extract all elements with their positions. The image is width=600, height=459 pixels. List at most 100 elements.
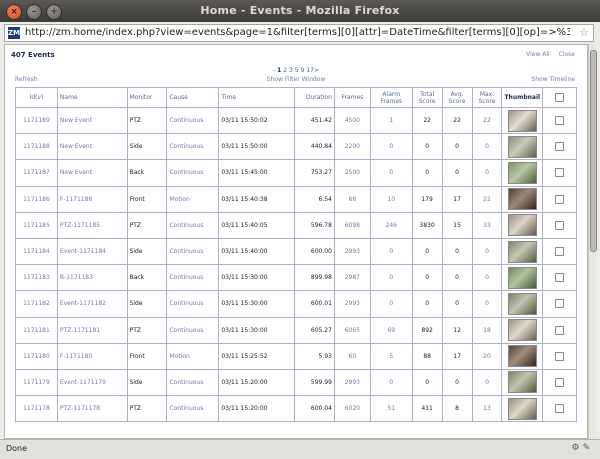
event-thumbnail[interactable] (507, 266, 537, 289)
event-frames-link[interactable]: 2200 (333, 133, 371, 161)
col-header-alarm-frames[interactable]: Alarm Frames (369, 87, 413, 108)
show-timeline-link[interactable]: Show Timeline (531, 76, 575, 83)
event-cause-link[interactable]: Continuous (166, 316, 220, 344)
scrollbar-thumb[interactable] (590, 50, 597, 252)
event-name-link[interactable]: F-1171186 (56, 185, 128, 213)
row-select-checkbox[interactable] (555, 273, 565, 283)
event-alarm-frames-link[interactable]: 0 (369, 264, 413, 292)
event-id-link[interactable]: 1171188 (15, 133, 58, 161)
bookmark-star-icon[interactable]: ☆ (579, 26, 589, 39)
select-all-checkbox[interactable] (555, 93, 565, 102)
col-header-frames[interactable]: Frames (333, 87, 371, 108)
event-id-link[interactable]: 1171187 (15, 159, 58, 187)
event-name-link[interactable]: PTZ-1171185 (56, 211, 128, 239)
event-id-link[interactable]: 1171180 (15, 342, 58, 370)
url-bar[interactable]: ZM http://zm.home/index.php?view=events&… (4, 24, 594, 42)
event-frames-link[interactable]: 2993 (333, 290, 371, 318)
event-cause-link[interactable]: Motion (166, 185, 220, 213)
event-thumbnail[interactable] (507, 345, 537, 368)
event-id-link[interactable]: 1171189 (15, 106, 58, 135)
event-frames-link[interactable]: 66 (333, 185, 371, 213)
event-thumbnail[interactable] (507, 292, 537, 315)
event-name-link[interactable]: Event-1171184 (56, 237, 128, 266)
event-cause-link[interactable]: Continuous (166, 106, 220, 135)
pager-page-link[interactable]: 3 (289, 67, 293, 74)
row-select-checkbox[interactable] (555, 116, 565, 126)
event-alarm-frames-link[interactable]: 1 (369, 106, 413, 135)
event-thumbnail[interactable] (507, 397, 537, 420)
event-frames-link[interactable]: 2987 (333, 264, 371, 292)
event-alarm-frames-link[interactable]: 0 (369, 133, 413, 161)
col-header-select-all[interactable] (542, 87, 577, 108)
col-header-monitor[interactable]: Monitor (126, 87, 168, 108)
event-alarm-frames-link[interactable]: 246 (369, 211, 413, 239)
event-cause-link[interactable]: Continuous (166, 290, 220, 318)
event-id-link[interactable]: 1171186 (15, 185, 58, 213)
event-thumbnail[interactable] (507, 188, 537, 211)
event-frames-link[interactable]: 2993 (333, 368, 371, 397)
row-select-checkbox[interactable] (555, 299, 565, 309)
event-name-link[interactable]: New Event (56, 133, 128, 161)
event-frames-link[interactable]: 2993 (333, 237, 371, 266)
vertical-scrollbar[interactable] (588, 44, 597, 439)
event-max-score-link[interactable]: 0 (471, 264, 503, 292)
event-frames-link[interactable]: 6065 (333, 316, 371, 344)
event-max-score-link[interactable]: 22 (471, 185, 503, 213)
edit-icon[interactable]: ✎ (582, 443, 590, 453)
event-alarm-frames-link[interactable]: 69 (369, 316, 413, 344)
event-cause-link[interactable]: Continuous (166, 211, 220, 239)
event-alarm-frames-link[interactable]: 0 (369, 159, 413, 187)
event-cause-link[interactable]: Continuous (166, 395, 220, 423)
event-max-score-link[interactable]: 0 (471, 159, 503, 187)
event-alarm-frames-link[interactable]: 5 (369, 342, 413, 370)
event-cause-link[interactable]: Motion (166, 342, 220, 370)
event-thumbnail[interactable] (507, 371, 537, 394)
row-select-checkbox[interactable] (555, 220, 565, 230)
event-thumbnail[interactable] (507, 214, 537, 237)
event-name-link[interactable]: B-1171183 (56, 264, 128, 292)
row-select-checkbox[interactable] (555, 168, 565, 178)
event-frames-link[interactable]: 6098 (333, 211, 371, 239)
pager-page-link[interactable]: 5 (295, 67, 299, 74)
event-frames-link[interactable]: 2500 (333, 159, 371, 187)
event-id-link[interactable]: 1171181 (15, 316, 58, 344)
event-max-score-link[interactable]: 20 (471, 342, 503, 370)
event-name-link[interactable]: Event-1171179 (56, 368, 128, 397)
event-max-score-link[interactable]: 0 (471, 368, 503, 397)
event-id-link[interactable]: 1171182 (15, 290, 58, 318)
event-name-link[interactable]: PTZ-1171181 (56, 316, 128, 344)
event-id-link[interactable]: 1171184 (15, 237, 58, 266)
event-id-link[interactable]: 1171178 (15, 395, 58, 423)
col-header-avg-score[interactable]: Avg. Score (441, 87, 473, 108)
row-select-checkbox[interactable] (555, 142, 565, 152)
event-max-score-link[interactable]: 0 (471, 237, 503, 266)
event-frames-link[interactable]: 60 (333, 342, 371, 370)
event-thumbnail[interactable] (507, 109, 537, 132)
event-thumbnail[interactable] (507, 135, 537, 158)
col-header-id[interactable]: Id(v) (15, 87, 58, 108)
event-frames-link[interactable]: 6020 (333, 395, 371, 423)
event-max-score-link[interactable]: 13 (471, 395, 503, 423)
pager-page-link[interactable]: 2 (283, 67, 287, 74)
show-filter-window-link[interactable]: Show Filter Window (5, 76, 587, 83)
row-select-checkbox[interactable] (555, 194, 565, 204)
event-frames-link[interactable]: 4500 (333, 106, 371, 135)
event-cause-link[interactable]: Continuous (166, 159, 220, 187)
event-max-score-link[interactable]: 22 (471, 106, 503, 135)
event-id-link[interactable]: 1171179 (15, 368, 58, 397)
event-alarm-frames-link[interactable]: 51 (369, 395, 413, 423)
event-thumbnail[interactable] (507, 319, 537, 342)
view-all-link[interactable]: View All (526, 51, 550, 58)
pager-page-link[interactable]: 9 (301, 67, 305, 74)
row-select-checkbox[interactable] (555, 404, 565, 414)
event-name-link[interactable]: New Event (56, 106, 128, 135)
col-header-max-score[interactable]: Max. Score (471, 87, 503, 108)
event-name-link[interactable]: PTZ-1171178 (56, 395, 128, 423)
event-alarm-frames-link[interactable]: 0 (369, 237, 413, 266)
event-name-link[interactable]: New Event (56, 159, 128, 187)
event-max-score-link[interactable]: 33 (471, 211, 503, 239)
event-name-link[interactable]: Event-1171182 (56, 290, 128, 318)
event-max-score-link[interactable]: 0 (471, 133, 503, 161)
event-name-link[interactable]: F-1171180 (56, 342, 128, 370)
event-cause-link[interactable]: Continuous (166, 133, 220, 161)
